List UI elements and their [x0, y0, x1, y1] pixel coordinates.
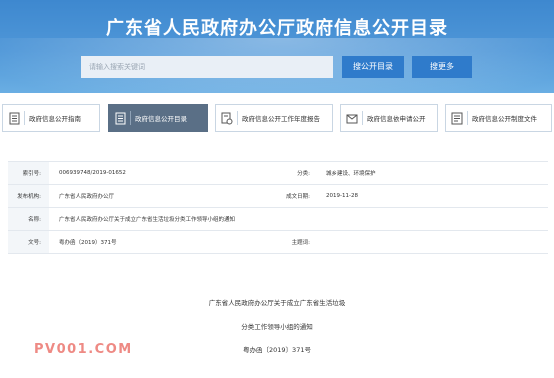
- tab-label: 政府信息公开工作年度报告: [242, 115, 320, 123]
- document-title-line2: 分类工作领导小组的通知: [241, 323, 313, 331]
- docno-value: 粤办函（2019）371号: [49, 230, 264, 254]
- tab-label: 政府信息公开指南: [29, 115, 81, 123]
- issuer-label: 发布机构:: [8, 184, 49, 208]
- category-value: 城乡建设、环境保护: [322, 161, 548, 185]
- report-icon: [221, 111, 233, 125]
- document-title-line1: 广东省人民政府办公厅关于成立广东省生活垃圾: [208, 299, 346, 307]
- date-value: 2019-11-28: [322, 184, 548, 208]
- docno-label: 文号:: [8, 230, 49, 254]
- tab-label: 政府信息公开目录: [135, 115, 187, 123]
- keywords-value: [322, 230, 548, 254]
- tab-label: 政府信息依申请公开: [367, 115, 426, 123]
- document-icon: [8, 111, 20, 125]
- search-input[interactable]: [81, 56, 333, 78]
- meta-row: 名称: 广东省人民政府办公厅关于成立广东省生活垃圾分类工作领导小组的通知: [8, 207, 548, 231]
- index-value: 006939748/2019-01652: [49, 161, 264, 185]
- tab-annual-report[interactable]: 政府信息公开工作年度报告: [215, 104, 333, 132]
- site-title: 广东省人民政府办公厅政府信息公开目录: [106, 18, 448, 39]
- watermark: PV001.COM: [34, 342, 133, 357]
- search-more-button[interactable]: 搜更多: [412, 56, 472, 78]
- tab-catalog[interactable]: 政府信息公开目录: [108, 104, 208, 132]
- tab-on-request[interactable]: 政府信息依申请公开: [340, 104, 438, 132]
- name-value: 广东省人民政府办公厅关于成立广东省生活垃圾分类工作领导小组的通知: [49, 207, 548, 231]
- tab-label: 政府信息公开制度文件: [472, 115, 537, 123]
- keywords-label: 主题词:: [264, 230, 322, 254]
- request-icon: [346, 111, 358, 125]
- meta-row: 索引号: 006939748/2019-01652 分类: 城乡建设、环境保护: [8, 161, 548, 185]
- date-label: 成文日期:: [264, 184, 322, 208]
- policy-icon: [451, 111, 463, 125]
- list-icon: [114, 111, 126, 125]
- meta-row: 文号: 粤办函（2019）371号 主题词:: [8, 230, 548, 254]
- issuer-value: 广东省人民政府办公厅: [49, 184, 264, 208]
- tab-guide[interactable]: 政府信息公开指南: [2, 104, 100, 132]
- tab-policy-docs[interactable]: 政府信息公开制度文件: [445, 104, 552, 132]
- site-header: 广东省人民政府办公厅政府信息公开目录 搜公开目录 搜更多: [0, 0, 554, 93]
- search-catalog-button[interactable]: 搜公开目录: [342, 56, 404, 78]
- category-tabs: 政府信息公开指南 政府信息公开目录 政府信息公开工作年度报告 政府信息依申请公开…: [0, 100, 554, 136]
- name-label: 名称:: [8, 207, 49, 231]
- document-meta-table: 索引号: 006939748/2019-01652 分类: 城乡建设、环境保护 …: [8, 161, 548, 254]
- category-label: 分类:: [264, 161, 322, 185]
- meta-row: 发布机构: 广东省人民政府办公厅 成文日期: 2019-11-28: [8, 184, 548, 208]
- index-label: 索引号:: [8, 161, 49, 185]
